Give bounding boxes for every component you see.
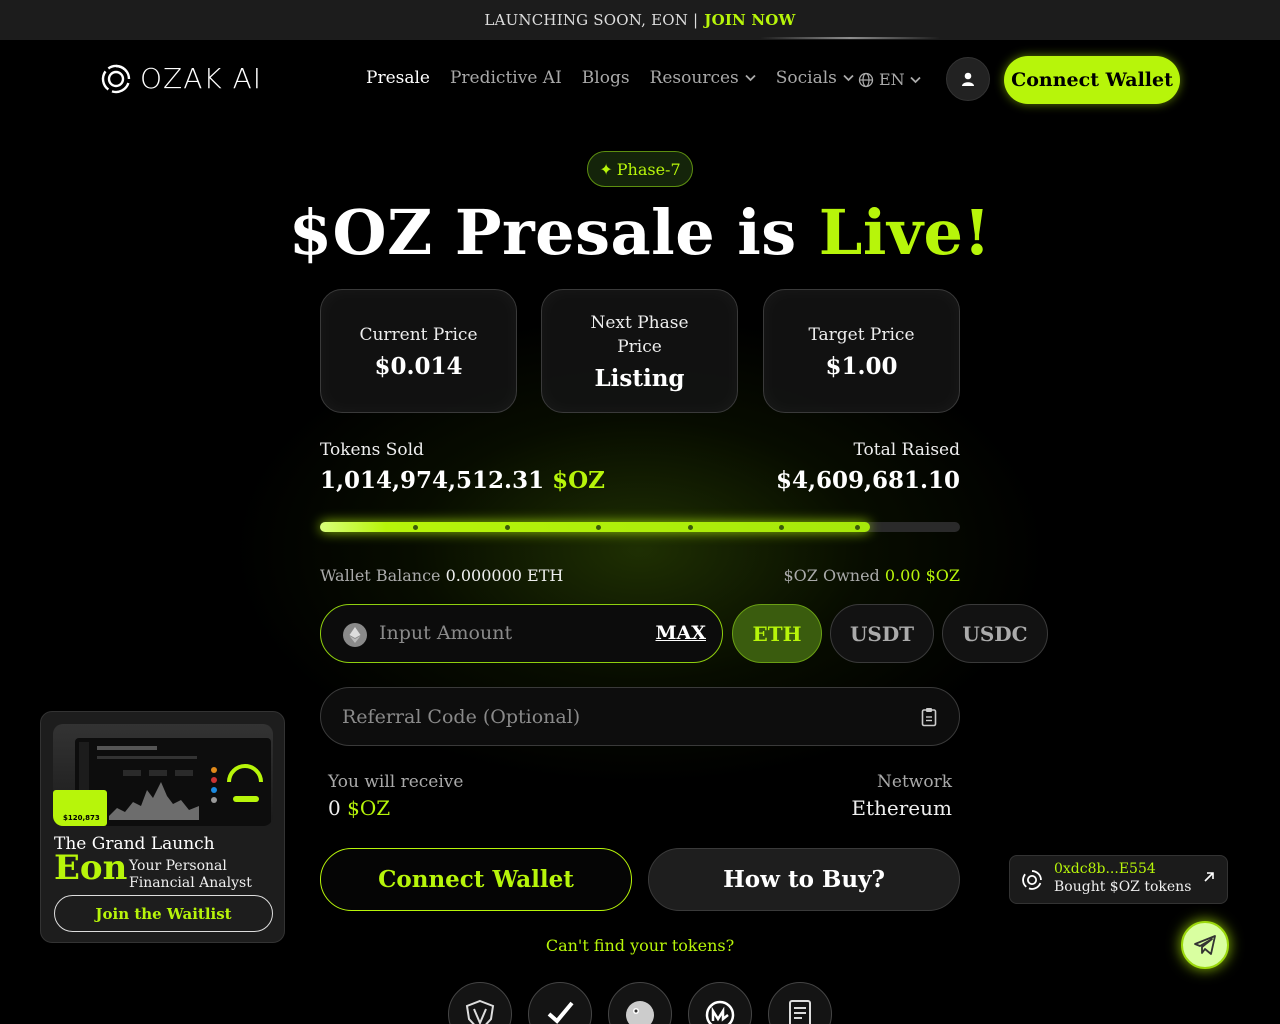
clipboard-icon[interactable] <box>921 707 937 727</box>
total-raised-value: $4,609,681.10 <box>775 467 960 494</box>
target-price-card: Target Price $1.00 <box>763 289 960 413</box>
progress-marker <box>688 525 693 530</box>
external-link-arrow-icon[interactable] <box>1203 871 1215 883</box>
tokens-sold-label: Tokens Sold <box>320 440 424 460</box>
nav-resources[interactable]: Resources <box>650 68 756 88</box>
promo-subtitle-line2: Financial Analyst <box>129 875 252 891</box>
currency-usdc-button[interactable]: USDC <box>942 604 1048 663</box>
referral-code-field[interactable]: Referral Code (Optional) <box>320 687 960 746</box>
tokens-sold-amount: 1,014,974,512.31 <box>320 467 545 494</box>
chevron-down-icon <box>910 76 921 83</box>
user-icon <box>962 72 974 86</box>
receive-amount: 0 <box>328 796 341 820</box>
progress-marker <box>596 525 601 530</box>
language-selector[interactable]: EN <box>858 70 921 89</box>
chevron-down-icon <box>745 74 756 82</box>
promo-subtitle: Your Personal Financial Analyst <box>129 858 252 892</box>
nav-presale[interactable]: Presale <box>366 68 430 88</box>
headline-main: $OZ Presale is <box>288 196 797 269</box>
receive-value: 0 $OZ <box>328 796 390 820</box>
nav-blogs[interactable]: Blogs <box>582 68 630 88</box>
eon-dashboard-preview-image: $120,873 <box>53 724 273 826</box>
chevron-down-icon <box>843 74 854 82</box>
audit-shield-icon[interactable] <box>448 982 512 1024</box>
promo-product-name: Eon <box>54 848 128 888</box>
referral-code-placeholder: Referral Code (Optional) <box>342 706 581 728</box>
nav-links: Presale Predictive AI Blogs Resources So… <box>366 68 854 88</box>
account-button[interactable] <box>946 57 990 101</box>
nav-connect-wallet-button[interactable]: Connect Wallet <box>1004 56 1180 104</box>
promo-subtitle-line1: Your Personal <box>129 858 227 874</box>
ozak-logo-icon <box>1022 870 1042 890</box>
sparkle-icon: ✦ <box>599 159 613 179</box>
verified-check-icon[interactable] <box>528 982 592 1024</box>
progress-marker <box>413 525 418 530</box>
target-price-value: $1.00 <box>825 352 898 380</box>
language-label: EN <box>879 70 905 89</box>
wallet-balance: Wallet Balance 0.000000 ETH <box>320 566 563 585</box>
progress-marker <box>505 525 510 530</box>
wallet-balance-label: Wallet Balance <box>320 566 441 585</box>
oz-owned-value: 0.00 $OZ <box>884 566 960 585</box>
join-now-link[interactable]: JOIN NOW <box>704 11 795 29</box>
tokens-sold-value: 1,014,974,512.31 $OZ <box>320 467 605 494</box>
coinmarketcap-icon[interactable] <box>688 982 752 1024</box>
tokens-sold-unit: $OZ <box>552 467 605 494</box>
amount-input-field[interactable]: Input Amount MAX <box>320 604 723 663</box>
join-waitlist-button[interactable]: Join the Waitlist <box>54 895 273 932</box>
telegram-icon <box>1194 935 1216 955</box>
announcement-bar: LAUNCHING SOON, EON | JOIN NOW <box>0 0 1280 40</box>
connect-wallet-button[interactable]: Connect Wallet <box>320 848 632 911</box>
headline-accent: Live! <box>818 196 992 269</box>
receive-label: You will receive <box>328 772 464 792</box>
announcement-divider <box>760 37 940 39</box>
oz-owned: $OZ Owned 0.00 $OZ <box>783 566 960 585</box>
presale-progress-bar <box>320 522 960 532</box>
network-label: Network <box>877 772 952 792</box>
max-button[interactable]: MAX <box>655 622 706 644</box>
progress-marker <box>855 525 860 530</box>
how-to-buy-button[interactable]: How to Buy? <box>648 848 960 911</box>
globe-icon <box>858 72 874 87</box>
currency-usdt-button[interactable]: USDT <box>830 604 934 663</box>
coingecko-icon[interactable] <box>608 982 672 1024</box>
wallet-balance-value: 0.000000 ETH <box>445 566 564 585</box>
nav-resources-label: Resources <box>649 68 739 88</box>
next-phase-price-card: Next Phase Price Listing <box>541 289 738 413</box>
amount-input-placeholder: Input Amount <box>379 622 513 644</box>
progress-marker <box>779 525 784 530</box>
cant-find-tokens-text[interactable]: Can't find your tokens? <box>546 936 734 955</box>
toast-address: 0xdc8b...E554 <box>1054 861 1156 877</box>
announcement-text: LAUNCHING SOON, EON | <box>484 11 699 29</box>
network-value: Ethereum <box>851 796 952 820</box>
next-phase-price-value: Listing <box>594 364 685 392</box>
logo-text: OZAK AI <box>140 62 263 95</box>
phase-label: Phase-7 <box>616 159 681 179</box>
target-price-label: Target Price <box>808 324 915 345</box>
svg-text:$120,873: $120,873 <box>63 814 100 822</box>
purchase-notification-toast[interactable]: 0xdc8b...E554 Bought $OZ tokens <box>1009 855 1228 904</box>
current-price-value: $0.014 <box>374 352 463 380</box>
current-price-label: Current Price <box>359 324 478 345</box>
oz-owned-label: $OZ Owned <box>783 566 880 585</box>
ethereum-icon <box>343 623 367 647</box>
top-nav: OZAK AI Presale Predictive AI Blogs Reso… <box>0 40 1280 120</box>
nav-predictive-ai[interactable]: Predictive AI <box>450 68 562 88</box>
current-price-card: Current Price $0.014 <box>320 289 517 413</box>
nav-socials-label: Socials <box>775 68 837 88</box>
total-raised-label: Total Raised <box>853 440 961 460</box>
page-title: $OZ Presale is Live! <box>0 196 1280 269</box>
ozak-logo-icon <box>101 64 131 93</box>
phase-badge: ✦ Phase-7 <box>587 151 693 187</box>
eon-promo-card: $120,873 The Grand Launch Eon Your Perso… <box>40 711 285 943</box>
receive-unit: $OZ <box>347 796 391 820</box>
telegram-button[interactable] <box>1181 921 1229 969</box>
logo[interactable]: OZAK AI <box>100 62 262 95</box>
next-phase-price-label: Next Phase Price <box>590 312 689 357</box>
toast-message: Bought $OZ tokens <box>1054 879 1192 895</box>
nav-socials[interactable]: Socials <box>776 68 854 88</box>
currency-eth-button[interactable]: ETH <box>732 604 822 663</box>
whitepaper-icon[interactable] <box>768 982 832 1024</box>
